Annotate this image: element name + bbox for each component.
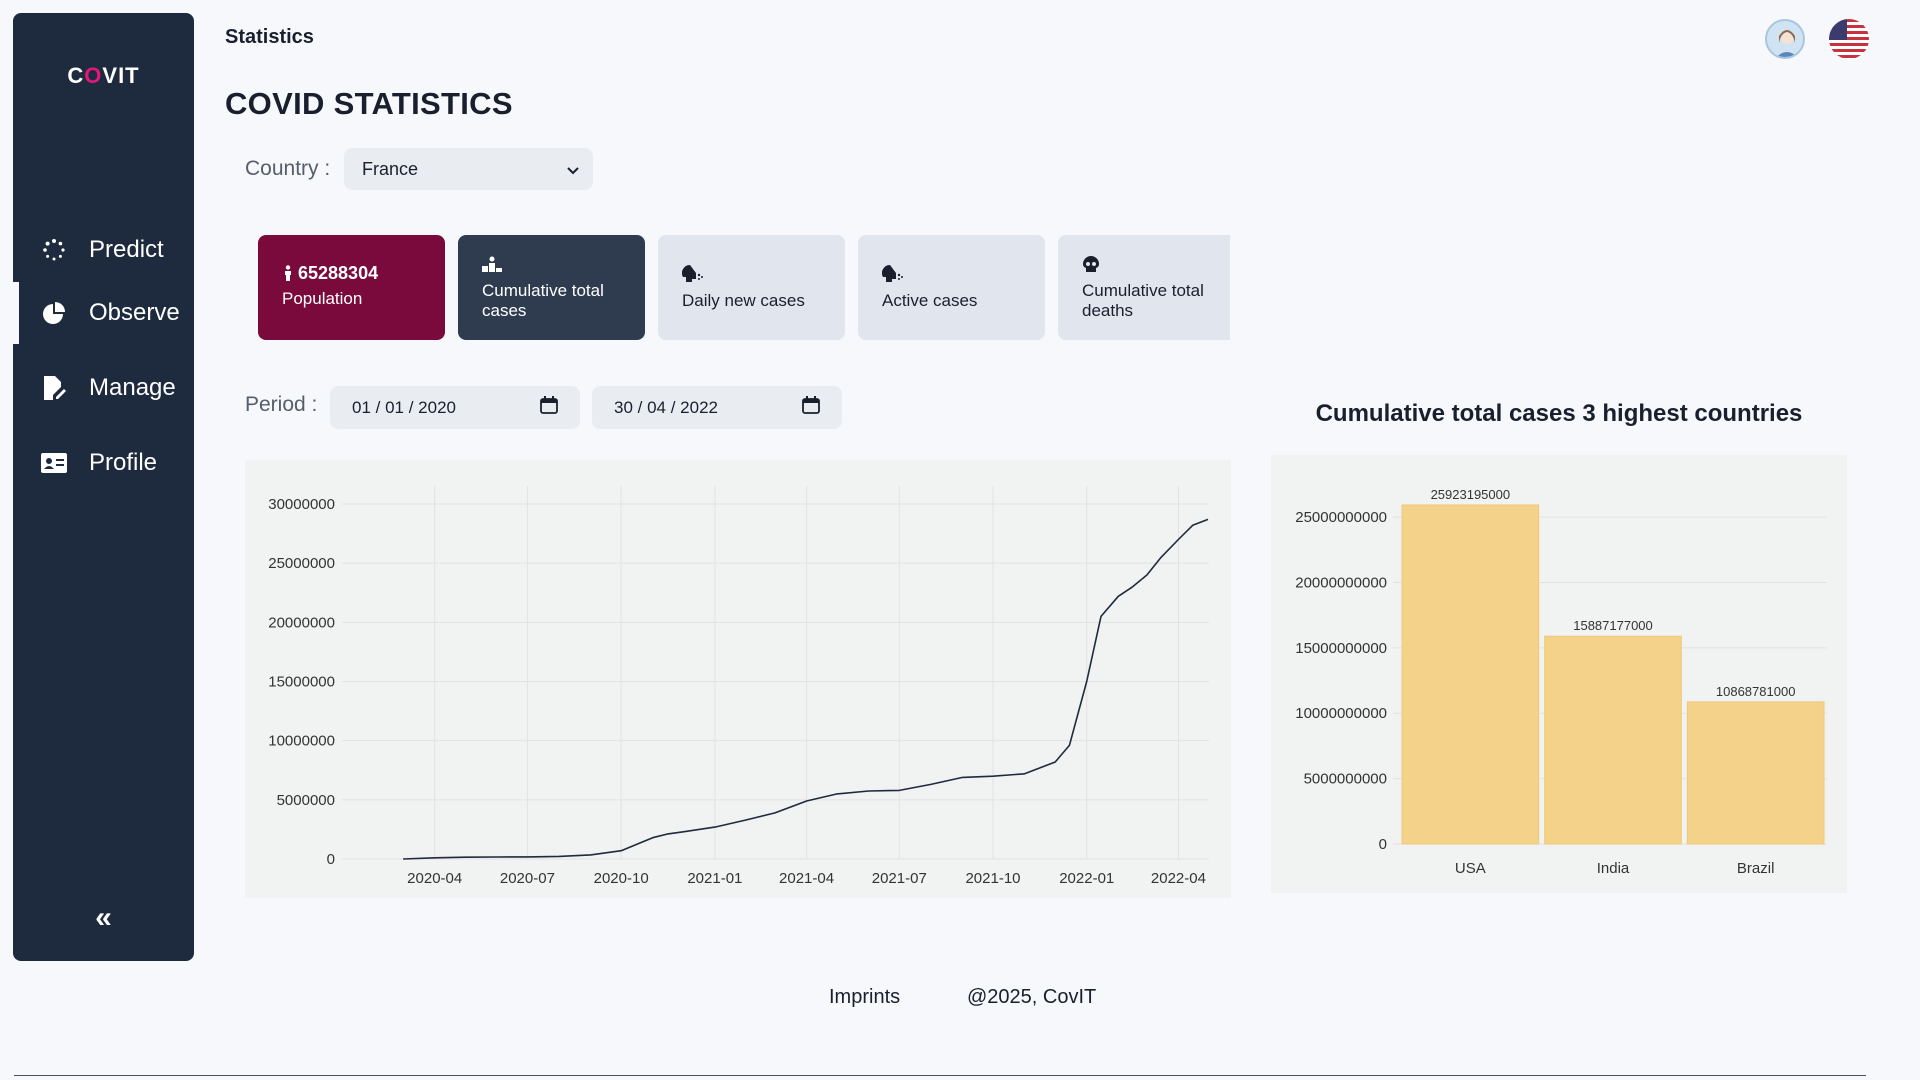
- y-tick-label: 25000000000: [1295, 509, 1387, 526]
- card-population[interactable]: 65288304 Population: [258, 235, 445, 340]
- date-from-input[interactable]: 01 / 01 / 2020: [330, 386, 580, 429]
- card-label: Cumulative total cases: [482, 281, 604, 320]
- sidebar-item-observe[interactable]: Observe: [13, 282, 194, 344]
- card-daily-new-cases[interactable]: Daily new cases: [658, 235, 845, 340]
- sidebar-item-profile[interactable]: Profile: [13, 432, 194, 494]
- footer-divider: [14, 1075, 1866, 1076]
- y-tick-label: 25000000: [268, 555, 335, 572]
- x-tick-label: 2021-07: [872, 870, 927, 887]
- bar-value-label: 15887177000: [1573, 618, 1653, 633]
- x-tick-label: 2022-01: [1059, 870, 1114, 887]
- x-tick-label: 2020-04: [407, 870, 462, 887]
- page-title: COVID STATISTICS: [225, 86, 513, 121]
- top-countries-bar-chart: 25000000000 20000000000 15000000000 1000000…: [1271, 455, 1847, 893]
- sidebar-item-label: Profile: [89, 449, 158, 476]
- sidebar-item-manage[interactable]: Manage: [13, 357, 194, 419]
- date-to-value: 30 / 04 / 2022: [614, 397, 718, 417]
- y-tick-label: 30000000: [268, 496, 335, 513]
- chevron-down-icon: [567, 159, 579, 180]
- spinner-dots-icon: [41, 237, 67, 263]
- us-flag-icon[interactable]: [1829, 19, 1869, 59]
- y-tick-label: 5000000: [277, 792, 335, 809]
- card-label: Daily new cases: [682, 291, 805, 310]
- population-value: 65288304: [282, 263, 421, 283]
- copyright-text: @2025, CovIT: [967, 986, 1097, 1008]
- app-logo[interactable]: COVIT: [13, 63, 194, 89]
- series-line: [403, 518, 1209, 860]
- y-tick-label: 15000000000: [1295, 640, 1387, 657]
- x-tick-label: 2021-10: [965, 870, 1020, 887]
- y-tick-label: 0: [1379, 836, 1387, 853]
- bar: [1686, 701, 1825, 845]
- bar-chart-title: Cumulative total cases 3 highest countri…: [1315, 400, 1803, 427]
- imprints-link[interactable]: Imprints: [829, 986, 900, 1009]
- date-to-input[interactable]: 30 / 04 / 2022: [592, 386, 842, 429]
- card-cumulative-total-deaths[interactable]: Cumulative total deaths: [1058, 235, 1230, 340]
- card-active-cases[interactable]: Active cases: [858, 235, 1045, 340]
- card-label: Active cases: [882, 291, 978, 310]
- country-label: Country :: [245, 157, 331, 180]
- bar-value-label: 25923195000: [1431, 487, 1511, 502]
- x-tick-label: India: [1597, 860, 1630, 877]
- x-tick-label: 2020-10: [594, 870, 649, 887]
- x-tick-label: USA: [1455, 860, 1486, 877]
- podium-icon: [482, 253, 621, 275]
- head-cough-icon: [882, 263, 1021, 285]
- collapse-sidebar-button[interactable]: «: [13, 901, 194, 935]
- y-tick-label: 15000000: [268, 674, 335, 691]
- bar: [1544, 635, 1682, 845]
- cumulative-cases-line-chart: 30000000 25000000 20000000 15000000 10000000…: [245, 460, 1231, 898]
- breadcrumb: Statistics: [225, 26, 314, 48]
- x-tick-label: 2022-04: [1151, 870, 1206, 887]
- bar: [1401, 504, 1540, 845]
- y-tick-label: 10000000: [268, 733, 335, 750]
- y-tick-label: 5000000000: [1304, 771, 1387, 788]
- sidebar-item-predict[interactable]: Predict: [13, 219, 194, 281]
- pie-chart-icon: [41, 300, 67, 326]
- sidebar-item-label: Manage: [89, 374, 176, 401]
- y-tick-label: 10000000000: [1295, 705, 1387, 722]
- x-tick-label: 2021-04: [779, 870, 834, 887]
- x-tick-label: Brazil: [1737, 860, 1775, 877]
- person-icon: [285, 265, 291, 281]
- card-label: Population: [282, 289, 363, 308]
- user-avatar[interactable]: [1765, 19, 1805, 59]
- skull-icon: [1082, 253, 1206, 275]
- card-label: Cumulative total deaths: [1082, 281, 1204, 320]
- date-from-value: 01 / 01 / 2020: [352, 397, 456, 417]
- y-tick-label: 20000000: [268, 614, 335, 631]
- country-select[interactable]: France: [344, 148, 593, 190]
- bar-value-label: 10868781000: [1716, 684, 1796, 699]
- calendar-icon: [802, 396, 820, 419]
- id-card-icon: [41, 450, 67, 476]
- y-tick-label: 20000000000: [1295, 574, 1387, 591]
- country-select-value: France: [362, 158, 419, 179]
- sidebar: COVIT Predict Observe Manage Profile «: [13, 13, 194, 961]
- y-tick-label: 0: [327, 851, 335, 868]
- x-tick-label: 2020-07: [500, 870, 555, 887]
- sidebar-item-label: Predict: [89, 236, 164, 263]
- sidebar-item-label: Observe: [89, 299, 180, 326]
- period-label: Period :: [245, 393, 318, 416]
- card-cumulative-total-cases[interactable]: Cumulative total cases: [458, 235, 645, 340]
- file-edit-icon: [41, 375, 67, 401]
- x-tick-label: 2021-01: [687, 870, 742, 887]
- head-cough-icon: [682, 263, 821, 285]
- calendar-icon: [540, 396, 558, 419]
